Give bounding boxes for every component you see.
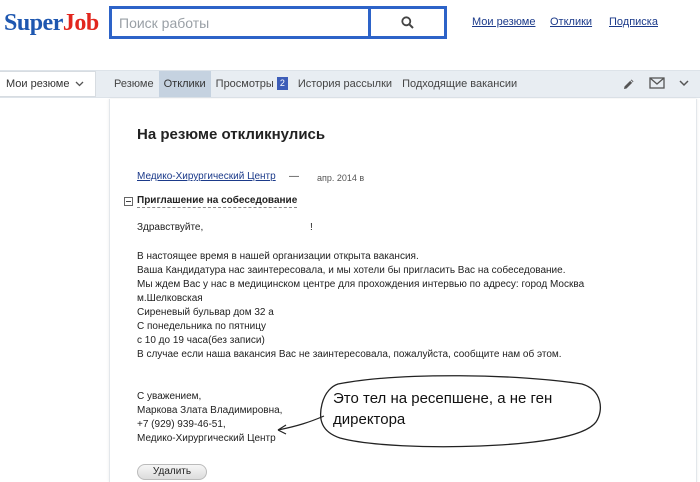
logo-part-job: Job [62, 10, 99, 36]
tab-responses-label: Отклики [163, 78, 206, 90]
response-date: апр. 2014 в [317, 173, 365, 183]
message-line: Ваша Кандидатура нас заинтересовала, и м… [137, 265, 566, 276]
nav-subscription[interactable]: Подписка [609, 16, 658, 28]
message-line: с 10 до 19 часа(без записи) [137, 335, 265, 346]
nav-responses[interactable]: Отклики [550, 16, 592, 28]
invitation-title: Приглашение на собеседование [137, 195, 298, 208]
site-header: SuperJob Мои резюме Отклики Подписка [0, 0, 700, 52]
search-input[interactable] [112, 9, 368, 36]
message-line: В случае если наша вакансия Вас не заинт… [137, 349, 562, 360]
pencil-icon[interactable] [622, 77, 636, 91]
my-resumes-dropdown[interactable]: Мои резюме [0, 71, 96, 97]
message-line: В настоящее время в нашей организации от… [137, 251, 419, 262]
search-button[interactable] [371, 9, 444, 36]
signature-phone: +7 (929) 939-46-51, [137, 419, 226, 430]
company-link[interactable]: Медико-Хирургический Центр [137, 171, 276, 182]
tab-mailing-history-label: История рассылки [297, 78, 393, 90]
my-resumes-dropdown-label: Мои резюме [6, 78, 70, 90]
tab-matching-vacancies[interactable]: Подходящие вакансии [397, 71, 522, 97]
message-line: Сиреневый бульвар дом 32 а [137, 307, 274, 318]
logo-part-super: Super [4, 10, 63, 36]
message-greeting: Здравствуйте, [137, 222, 204, 233]
search-box [109, 6, 447, 39]
signature-line: Маркова Злата Владимировна, [137, 405, 283, 416]
tab-views[interactable]: Просмотры 2 [211, 71, 293, 97]
annotation-line: Это тел на ресепшене, а не ген [333, 390, 553, 407]
delete-button[interactable]: Удалить [137, 464, 207, 480]
resume-tabbar: Мои резюме Резюме Отклики Просмотры 2 Ист… [0, 70, 700, 98]
invitation-toggle[interactable]: Приглашение на собеседование [124, 195, 298, 208]
tab-mailing-history[interactable]: История рассылки [293, 71, 397, 97]
envelope-icon[interactable] [649, 77, 665, 89]
superjob-logo[interactable]: SuperJob [4, 8, 99, 38]
views-count-badge: 2 [276, 76, 288, 90]
tab-responses[interactable]: Отклики [158, 71, 211, 97]
annotation-note: Это тел на ресепшене, а не ген директора [333, 388, 603, 430]
tab-views-label: Просмотры [215, 78, 274, 90]
annotation-line: директора [333, 411, 406, 428]
chevron-down-icon [75, 81, 84, 87]
tab-matching-vacancies-label: Подходящие вакансии [402, 78, 518, 90]
nav-my-resumes[interactable]: Мои резюме [472, 16, 535, 28]
message-greeting-end: ! [310, 222, 313, 233]
message-line: С понедельника по пятницу [137, 321, 266, 332]
search-icon [401, 16, 414, 29]
chevron-down-icon[interactable] [679, 80, 689, 87]
tab-resume-label: Резюме [114, 78, 154, 90]
tab-resume[interactable]: Резюме [109, 71, 159, 97]
tabs: Резюме Отклики Просмотры 2 История рассыл… [109, 71, 522, 97]
company-dash: — [289, 171, 299, 182]
message-line: м.Шелковская [137, 293, 203, 304]
message-line: Мы ждем Вас у нас в медицинском центре д… [137, 279, 585, 290]
page-title: На резюме откликнулись [137, 126, 326, 143]
signature-line: С уважением, [137, 391, 202, 402]
signature-line: Медико-Хирургический Центр [137, 433, 276, 444]
collapse-icon [124, 197, 133, 206]
